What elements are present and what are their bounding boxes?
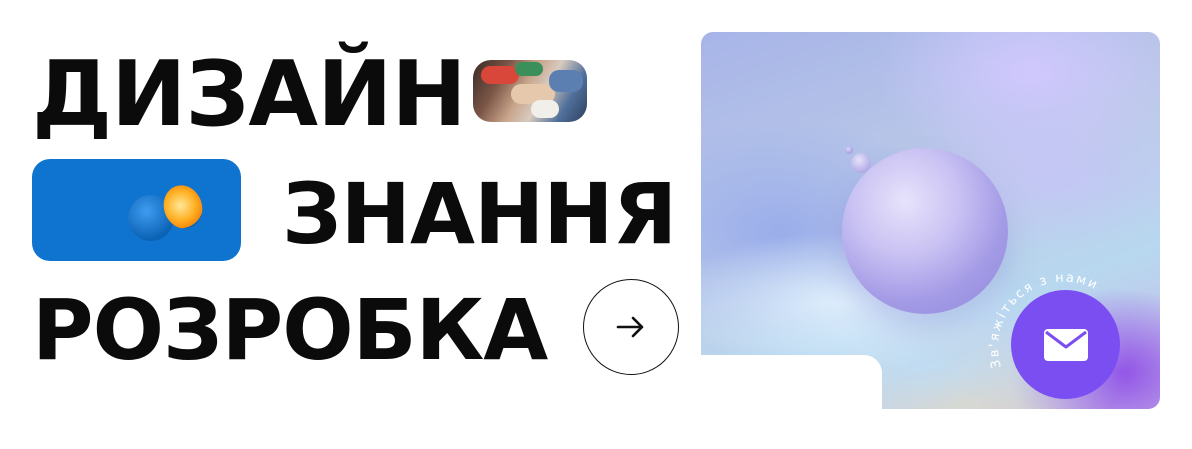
arrow-right-icon [616,316,644,338]
headline-design: ДИЗАЙН [32,42,467,147]
hero-notch [701,355,882,415]
headline-development: РОЗРОБКА [32,281,548,379]
contact-button[interactable] [1011,290,1120,399]
hero-banner: ДИЗАЙН ЗНАННЯ РОЗРОБКА Зв'яжіться з нами [0,0,1192,449]
mail-icon [1043,328,1088,361]
headline-knowledge: ЗНАННЯ [282,165,677,263]
hands-photo [473,60,587,122]
orange-photo [32,159,241,261]
next-arrow-button[interactable] [583,279,679,375]
